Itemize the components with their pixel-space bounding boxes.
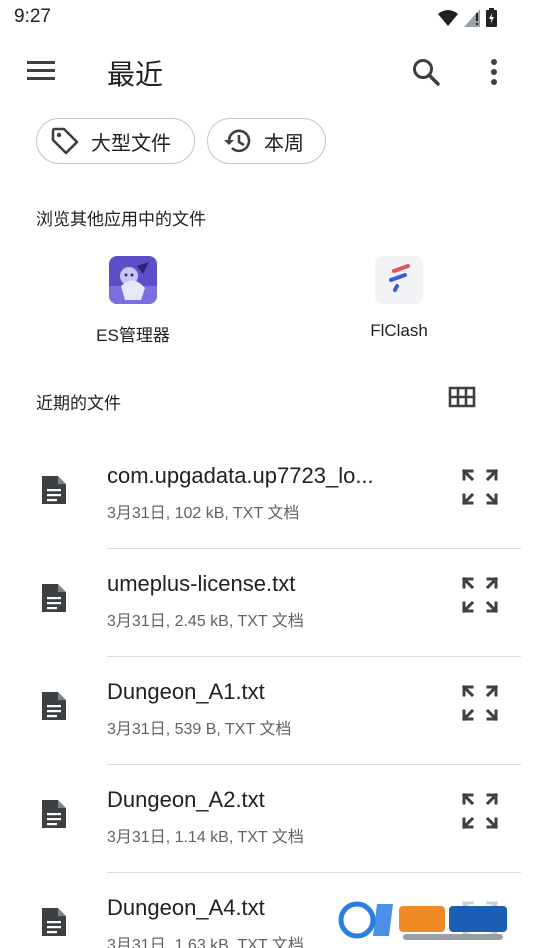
chip-large-files[interactable]: 大型文件	[36, 118, 195, 164]
file-name: umeplus-license.txt	[107, 571, 296, 596]
browse-section-title: 浏览其他应用中的文件	[36, 210, 206, 229]
file-name: Dungeon_A2.txt	[107, 787, 265, 812]
signal-icon	[464, 8, 480, 27]
expand-preview-icon[interactable]	[460, 467, 500, 507]
history-icon	[224, 129, 251, 153]
document-icon	[42, 476, 66, 504]
watermark-logo	[333, 896, 513, 944]
chip-this-week[interactable]: 本周	[207, 118, 326, 164]
file-meta: 3月31日, 539 B, TXT 文档	[107, 721, 292, 738]
status-icons	[438, 8, 497, 27]
file-meta: 3月31日, 102 kB, TXT 文档	[107, 505, 300, 522]
app-tile-es-manager[interactable]: ES管理器	[53, 256, 213, 346]
file-meta: 3月31日, 2.45 kB, TXT 文档	[107, 613, 304, 630]
chip-label: 本周	[264, 132, 304, 155]
search-button[interactable]	[408, 54, 444, 90]
document-icon	[42, 908, 66, 936]
file-name: Dungeon_A1.txt	[107, 679, 265, 704]
list-item[interactable]: Dungeon_A1.txt 3月31日, 539 B, TXT 文档	[0, 657, 533, 765]
battery-icon	[486, 8, 497, 27]
recent-section-title: 近期的文件	[36, 394, 121, 413]
chip-label: 大型文件	[91, 132, 171, 155]
more-options-button[interactable]	[482, 54, 506, 90]
app-label: ES管理器	[96, 326, 170, 345]
expand-preview-icon[interactable]	[460, 791, 500, 831]
es-manager-app-icon	[109, 256, 157, 304]
file-name: com.upgadata.up7723_lo...	[107, 463, 374, 488]
document-icon	[42, 584, 66, 612]
more-vert-icon	[491, 59, 497, 85]
wifi-icon	[438, 9, 458, 26]
hamburger-menu-icon	[27, 61, 55, 80]
document-icon	[42, 800, 66, 828]
document-icon	[42, 692, 66, 720]
expand-preview-icon[interactable]	[460, 575, 500, 615]
app-tile-flclash[interactable]: FlClash	[319, 256, 479, 341]
grid-view-button[interactable]	[448, 385, 476, 409]
file-meta: 3月31日, 1.14 kB, TXT 文档	[107, 829, 304, 846]
grid-view-icon	[448, 386, 476, 408]
list-item[interactable]: umeplus-license.txt 3月31日, 2.45 kB, TXT …	[0, 549, 533, 657]
flclash-app-icon	[375, 256, 423, 304]
file-meta: 3月31日, 1.63 kB, TXT 文档	[107, 937, 304, 948]
search-icon	[413, 59, 440, 86]
label-tag-icon	[51, 127, 79, 155]
status-time: 9:27	[14, 6, 51, 27]
app-label: FlClash	[370, 321, 428, 340]
page-title: 最近	[107, 59, 164, 90]
list-item[interactable]: Dungeon_A2.txt 3月31日, 1.14 kB, TXT 文档	[0, 765, 533, 873]
expand-preview-icon[interactable]	[460, 683, 500, 723]
list-item[interactable]: com.upgadata.up7723_lo... 3月31日, 102 kB,…	[0, 441, 533, 549]
menu-button[interactable]	[24, 56, 58, 86]
